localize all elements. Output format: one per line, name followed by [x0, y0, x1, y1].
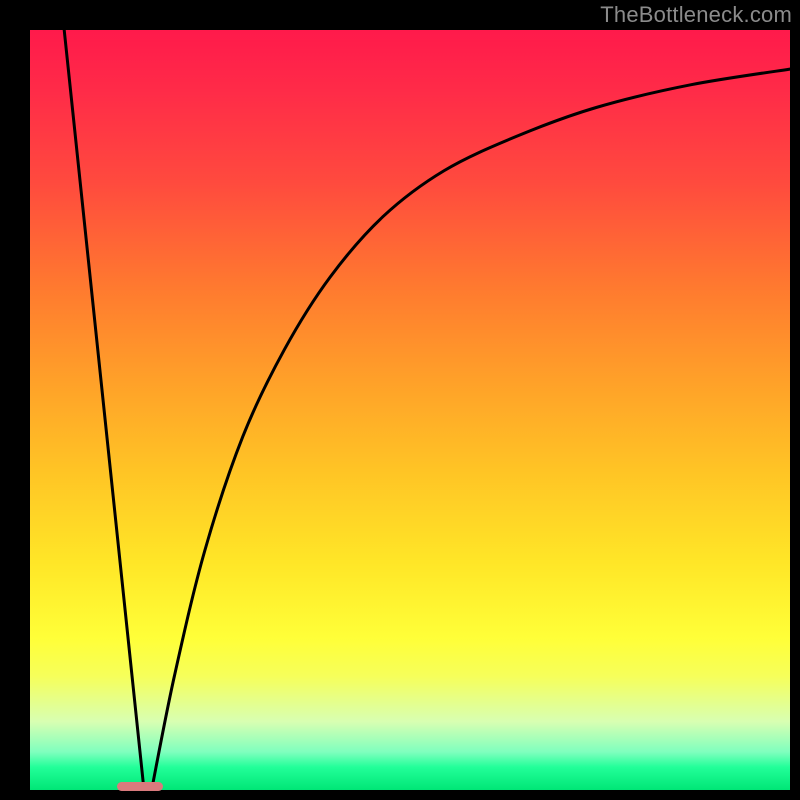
watermark-text: TheBottleneck.com: [600, 2, 792, 28]
curve-layer: [30, 30, 790, 790]
plot-area: [30, 30, 790, 790]
vertex-marker: [117, 782, 163, 791]
curve-left-line: [64, 30, 144, 790]
chart-frame: TheBottleneck.com: [0, 0, 800, 800]
curve-right: [152, 68, 798, 790]
